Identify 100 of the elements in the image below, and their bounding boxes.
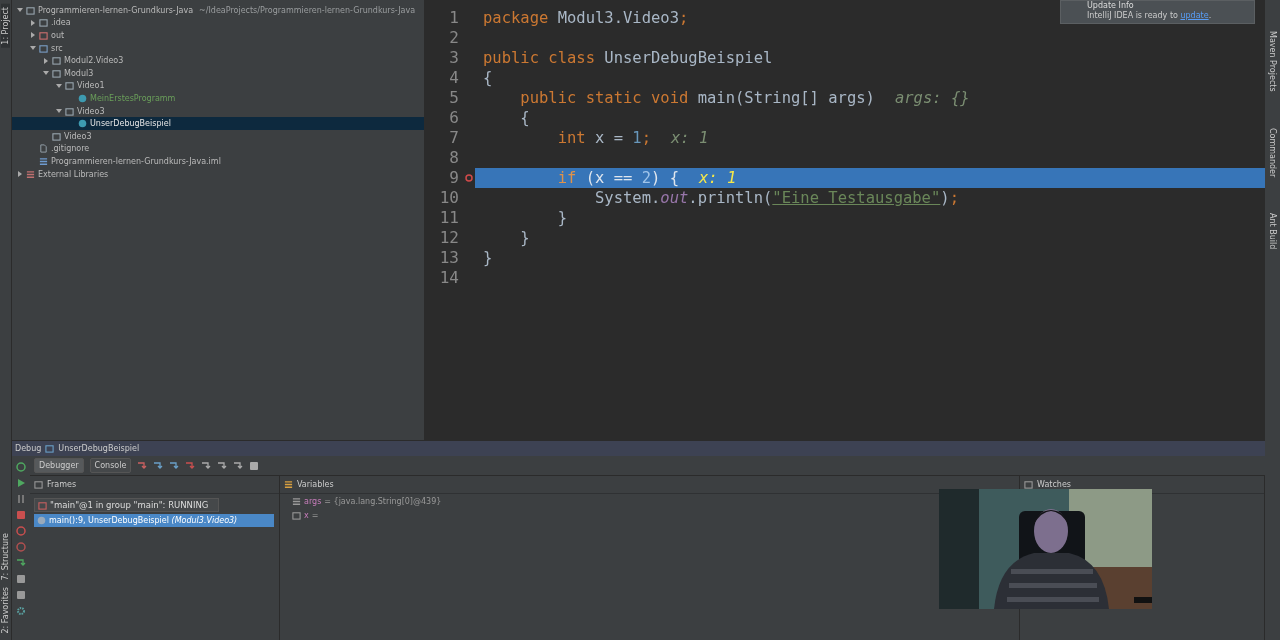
code-token: ; bbox=[641, 129, 651, 147]
tool-window-tab[interactable]: 2: Favorites bbox=[1, 583, 10, 636]
collapse-arrow-icon[interactable] bbox=[55, 108, 62, 115]
variable-name: x bbox=[304, 511, 309, 520]
tree-item[interactable]: Video1 bbox=[77, 81, 105, 91]
collapse-arrow-icon[interactable] bbox=[16, 7, 23, 14]
package-icon bbox=[52, 131, 61, 141]
class-icon bbox=[78, 119, 87, 129]
debug-tab[interactable]: Console bbox=[89, 458, 132, 473]
force-step-into-icon[interactable] bbox=[185, 460, 196, 471]
variables-icon bbox=[284, 480, 293, 489]
tree-item[interactable]: External Libraries bbox=[38, 169, 109, 179]
code-token: ; bbox=[679, 9, 689, 27]
debug-tab[interactable]: Debugger bbox=[34, 458, 84, 473]
tree-item[interactable]: .idea bbox=[51, 18, 71, 28]
code-token: if bbox=[556, 169, 578, 187]
rerun-icon[interactable] bbox=[16, 462, 26, 472]
expand-arrow-icon[interactable] bbox=[29, 19, 36, 26]
stop-icon[interactable] bbox=[16, 510, 26, 520]
module-file-icon bbox=[39, 156, 48, 166]
line-number: 14 bbox=[439, 268, 459, 288]
collapse-arrow-icon[interactable] bbox=[42, 70, 49, 77]
code-token: ; bbox=[949, 189, 959, 207]
project-path: ~/IdeaProjects/Programmieren-lernen-Grundkurs-Java bbox=[199, 5, 416, 15]
pane-title: Variables bbox=[297, 480, 334, 489]
tree-item[interactable]: Programmieren-lernen-Grundkurs-Java bbox=[38, 5, 194, 15]
tool-window-tab[interactable]: Maven Projects bbox=[1268, 28, 1277, 95]
code-token: main(String[] args) bbox=[697, 89, 875, 107]
library-icon bbox=[26, 169, 35, 179]
tree-item[interactable]: Modul3 bbox=[64, 68, 94, 78]
tree-item[interactable]: Programmieren-lernen-Grundkurs-Java.iml bbox=[51, 156, 221, 166]
code-token: } bbox=[556, 209, 567, 227]
code-token: .println( bbox=[688, 189, 773, 207]
package-icon bbox=[65, 106, 74, 116]
line-number: 4 bbox=[449, 68, 459, 88]
settings-icon[interactable] bbox=[16, 606, 26, 616]
run-config-name: UnserDebugBeispiel bbox=[58, 444, 140, 453]
expand-arrow-icon[interactable] bbox=[16, 171, 23, 177]
line-number: 3 bbox=[449, 48, 459, 68]
line-number: 2 bbox=[449, 28, 459, 48]
code-token: ) { bbox=[651, 169, 679, 187]
step-out-icon[interactable] bbox=[201, 460, 212, 471]
array-icon bbox=[292, 497, 301, 506]
update-link[interactable]: update bbox=[1180, 11, 1209, 20]
tool-window-tab[interactable]: 1: Project bbox=[1, 4, 10, 48]
tree-item[interactable]: UnserDebugBeispiel bbox=[90, 119, 171, 129]
step-into-icon[interactable] bbox=[169, 460, 180, 471]
tool-window-tab[interactable]: Commander bbox=[1268, 124, 1277, 180]
pause-icon[interactable] bbox=[16, 494, 26, 504]
expand-arrow-icon[interactable] bbox=[42, 57, 49, 64]
run-to-cursor-icon[interactable] bbox=[217, 460, 228, 471]
inline-value-hint: args: {} bbox=[894, 89, 970, 107]
tree-item[interactable]: Modul2.Video3 bbox=[64, 56, 124, 66]
line-number: 1 bbox=[449, 8, 459, 28]
mute-breakpoints-icon[interactable] bbox=[16, 542, 26, 552]
expand-arrow-icon[interactable] bbox=[29, 32, 36, 39]
breakpoints-icon[interactable] bbox=[16, 526, 26, 536]
frames-icon bbox=[34, 480, 43, 489]
code-token: Modul3.Video3 bbox=[557, 9, 679, 27]
code-token: UnserDebugBeispiel bbox=[604, 49, 773, 67]
tree-item[interactable]: Video3 bbox=[77, 106, 105, 116]
line-number: 6 bbox=[449, 108, 459, 128]
code-token: out bbox=[660, 189, 689, 207]
thread-dropdown[interactable]: "main"@1 in group "main": RUNNING bbox=[34, 498, 219, 512]
tree-item[interactable]: out bbox=[51, 31, 65, 40]
notification-text: IntelliJ IDEA is ready to bbox=[1087, 11, 1179, 20]
step-over-icon[interactable] bbox=[153, 460, 164, 471]
evaluate-icon[interactable] bbox=[233, 460, 244, 471]
line-number: 5 bbox=[449, 88, 459, 108]
variable-value: = {java.lang.String[0]@439} bbox=[324, 497, 442, 506]
resume-icon[interactable] bbox=[16, 478, 26, 488]
code-token: public class bbox=[483, 49, 596, 67]
inline-value-hint: x: 1 bbox=[671, 129, 709, 147]
code-token: package bbox=[483, 9, 550, 27]
code-token: "Eine Testausgabe" bbox=[772, 189, 941, 207]
file-icon bbox=[39, 144, 48, 154]
tree-item[interactable]: .gitignore bbox=[51, 144, 90, 154]
tree-item[interactable]: MeinErstesProgramm bbox=[90, 93, 176, 103]
pane-title: Watches bbox=[1037, 480, 1071, 489]
tree-item[interactable]: src bbox=[51, 43, 63, 53]
export-icon[interactable] bbox=[16, 558, 26, 568]
notification-period: . bbox=[1208, 11, 1212, 20]
pane-title: Frames bbox=[47, 480, 77, 489]
show-execution-point-icon[interactable] bbox=[137, 460, 148, 471]
breakpoint-icon[interactable] bbox=[465, 174, 473, 182]
code-token: x = bbox=[595, 129, 624, 147]
tree-item[interactable]: Video3 bbox=[64, 131, 92, 141]
line-number: 9 bbox=[449, 168, 459, 188]
collapse-arrow-icon[interactable] bbox=[55, 82, 62, 89]
tool-window-tab[interactable]: 7: Structure bbox=[1, 530, 10, 584]
tool-window-tab[interactable]: Ant Build bbox=[1268, 209, 1277, 253]
code-token: } bbox=[483, 249, 493, 267]
line-number: 11 bbox=[439, 208, 459, 228]
collapse-arrow-icon[interactable] bbox=[29, 45, 36, 52]
line-number: 8 bbox=[449, 148, 459, 168]
line-number: 10 bbox=[439, 188, 459, 208]
code-token: 1 bbox=[632, 129, 642, 147]
primitive-icon bbox=[292, 511, 301, 520]
line-number: 13 bbox=[439, 248, 459, 268]
variable-value: = bbox=[311, 511, 319, 520]
